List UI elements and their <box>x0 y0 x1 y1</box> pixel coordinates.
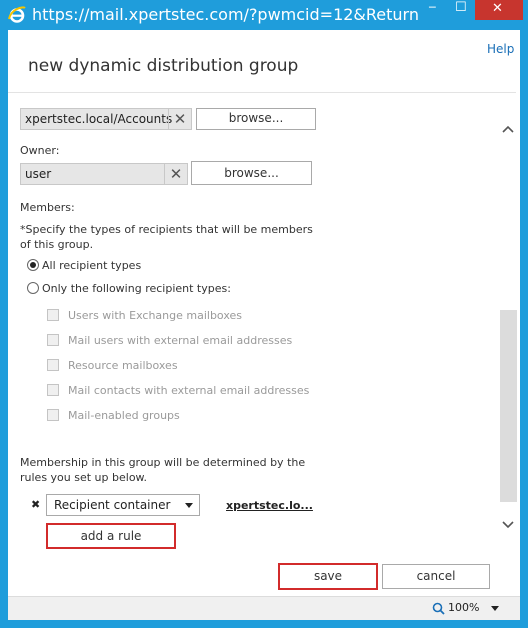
minimize-button[interactable]: ─ <box>421 0 448 20</box>
radio-all-recipient-types[interactable] <box>27 259 39 271</box>
maximize-button[interactable]: ☐ <box>448 0 475 20</box>
window-border-right <box>520 30 528 628</box>
owner-field[interactable]: user ✕ <box>20 163 188 185</box>
checkbox-recipient-type-label: Mail users with external email addresses <box>68 334 293 347</box>
rule-value-link[interactable]: xpertstec.lo... <box>226 499 313 512</box>
organizational-unit-field[interactable]: xpertstec.local/Accounts ✕ <box>20 108 192 130</box>
members-instruction: *Specify the types of recipients that wi… <box>20 223 313 251</box>
browse-ou-button[interactable]: browse... <box>196 108 316 130</box>
minimize-icon: ─ <box>429 1 436 14</box>
checkbox-recipient-type-label: Resource mailboxes <box>68 359 178 372</box>
clear-ou-icon[interactable]: ✕ <box>168 109 191 129</box>
save-button[interactable]: save <box>278 563 378 590</box>
rules-description: Membership in this group will be determi… <box>20 456 306 484</box>
rule-type-value: Recipient container <box>54 498 171 512</box>
browse-owner-button[interactable]: browse... <box>191 161 312 185</box>
chevron-up-icon[interactable] <box>501 123 515 135</box>
internet-explorer-icon <box>8 6 26 23</box>
header-divider <box>8 92 516 93</box>
add-rule-button[interactable]: add a rule <box>46 523 176 549</box>
organizational-unit-value: xpertstec.local/Accounts <box>25 112 173 126</box>
browser-window: https://mail.xpertstec.com/?pwmcid=12&Re… <box>0 0 528 628</box>
cancel-button[interactable]: cancel <box>382 564 490 589</box>
rule-type-dropdown[interactable]: Recipient container <box>46 494 200 516</box>
close-icon: ✕ <box>492 1 503 16</box>
checkbox-recipient-type[interactable] <box>47 359 59 371</box>
checkbox-recipient-type[interactable] <box>47 309 59 321</box>
clear-owner-icon[interactable]: ✕ <box>164 164 187 184</box>
radio-only-following-types[interactable] <box>27 282 39 294</box>
scrollbar-thumb[interactable] <box>500 310 517 502</box>
owner-value: user <box>25 167 52 181</box>
window-border-left <box>0 30 8 628</box>
help-link[interactable]: Help <box>487 42 514 56</box>
checkbox-recipient-type[interactable] <box>47 409 59 421</box>
radio-all-label[interactable]: All recipient types <box>42 259 141 272</box>
zoom-icon <box>432 602 445 615</box>
checkbox-recipient-type-label: Mail contacts with external email addres… <box>68 384 310 397</box>
members-label: Members: <box>20 201 75 214</box>
checkbox-recipient-type-label: Mail-enabled groups <box>68 409 180 422</box>
zoom-level[interactable]: 100% <box>448 601 479 614</box>
close-button[interactable]: ✕ <box>475 0 523 20</box>
radio-only-label[interactable]: Only the following recipient types: <box>42 282 231 295</box>
owner-label: Owner: <box>20 144 60 157</box>
chevron-down-icon[interactable] <box>501 519 515 531</box>
window-url: https://mail.xpertstec.com/?pwmcid=12&Re… <box>32 5 418 24</box>
status-bar: 100% <box>8 596 520 620</box>
chevron-down-icon <box>185 503 193 508</box>
checkbox-recipient-type[interactable] <box>47 334 59 346</box>
remove-rule-icon[interactable]: ✖ <box>31 498 40 511</box>
window-border-bottom <box>0 620 528 628</box>
checkbox-recipient-type-label: Users with Exchange mailboxes <box>68 309 242 322</box>
dialog-title: new dynamic distribution group <box>28 56 299 76</box>
checkbox-recipient-type[interactable] <box>47 384 59 396</box>
maximize-icon: ☐ <box>455 0 467 15</box>
title-bar: https://mail.xpertstec.com/?pwmcid=12&Re… <box>0 0 528 30</box>
zoom-dropdown-icon[interactable] <box>491 606 499 611</box>
